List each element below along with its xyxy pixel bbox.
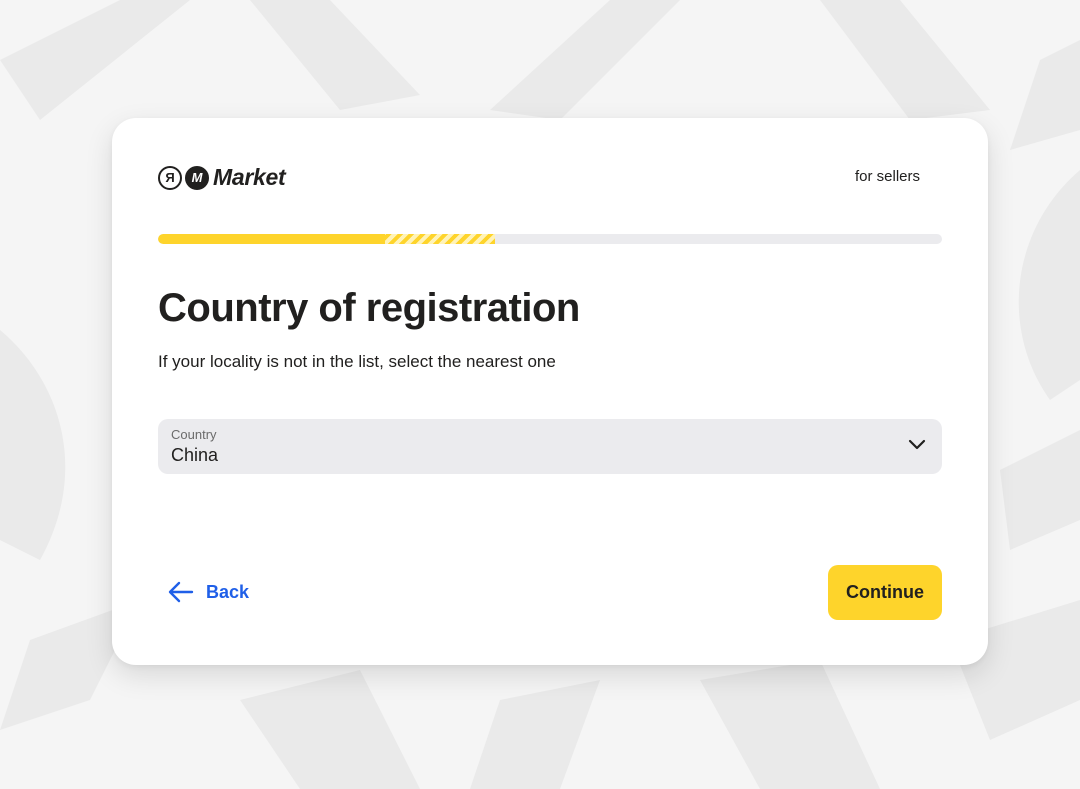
progress-fill — [158, 234, 385, 244]
arrow-left-icon — [168, 581, 194, 603]
page-subtitle: If your locality is not in the list, sel… — [158, 352, 556, 371]
progress-stripes — [385, 234, 496, 244]
for-sellers-label: for sellers — [854, 168, 920, 185]
yandex-logo-icon: Я — [158, 165, 182, 190]
page-title: Country of registration — [158, 286, 580, 330]
logo-text: Market — [213, 164, 286, 190]
chevron-down-icon — [908, 439, 926, 450]
back-button[interactable]: Back — [168, 579, 249, 605]
registration-card: Я M Market for sellers Country of regist… — [112, 118, 988, 665]
progress-bar — [158, 234, 942, 244]
country-select[interactable]: Country China — [158, 419, 942, 474]
continue-button[interactable]: Continue — [828, 565, 942, 620]
country-select-label: Country — [171, 427, 217, 442]
market-logo: Я M Market — [158, 164, 286, 191]
back-button-label: Back — [206, 581, 250, 602]
market-logo-icon: M — [185, 165, 209, 190]
card-header: Я M Market for sellers — [158, 162, 942, 194]
country-select-value: China — [171, 445, 219, 465]
